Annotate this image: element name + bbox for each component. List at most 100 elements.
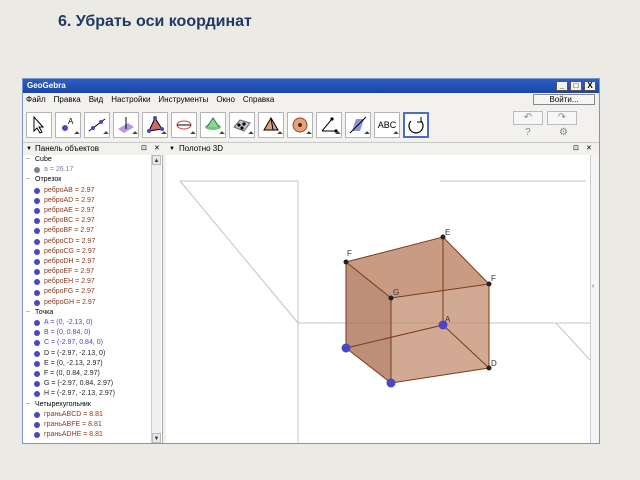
algebra-item[interactable]: граньADHE = 8.81 bbox=[25, 430, 151, 440]
algebra-item[interactable]: E = (0, -2.13, 2.97) bbox=[25, 359, 151, 369]
graphics-collapse-icon[interactable]: ▼ bbox=[169, 143, 175, 155]
line-tool[interactable] bbox=[84, 112, 110, 138]
chevron-left-icon[interactable]: ‹ bbox=[592, 283, 594, 290]
algebra-item[interactable]: реброCG = 2.97 bbox=[25, 247, 151, 257]
algebra-item[interactable]: реброEF = 2.97 bbox=[25, 267, 151, 277]
menu-file[interactable]: Файл bbox=[26, 95, 46, 104]
circle-tool[interactable] bbox=[171, 112, 197, 138]
menu-tools[interactable]: Инструменты bbox=[158, 95, 208, 104]
algebra-item[interactable]: реброCD = 2.97 bbox=[25, 237, 151, 247]
settings-icon[interactable]: ⚙ bbox=[559, 127, 568, 138]
algebra-item[interactable]: B = (0, 0.84, 0) bbox=[25, 328, 151, 338]
algebra-item[interactable]: реброEH = 2.97 bbox=[25, 277, 151, 287]
visibility-dot-icon[interactable] bbox=[34, 411, 40, 418]
vertex-point[interactable] bbox=[341, 343, 351, 353]
algebra-group-header[interactable]: Cube bbox=[25, 155, 151, 165]
menu-settings[interactable]: Настройки bbox=[111, 95, 150, 104]
algebra-group-header[interactable]: Отрезок bbox=[25, 175, 151, 185]
vertex-point[interactable] bbox=[343, 259, 349, 265]
visibility-dot-icon[interactable] bbox=[34, 340, 40, 347]
close-button[interactable]: X bbox=[584, 81, 596, 91]
visibility-dot-icon[interactable] bbox=[34, 167, 40, 174]
algebra-item-text: реброGH = 2.97 bbox=[44, 298, 96, 306]
visibility-dot-icon[interactable] bbox=[34, 350, 40, 357]
graphics-3d-view[interactable]: E F F G A D bbox=[166, 155, 591, 443]
algebra-panel-close-icon[interactable]: ✕ bbox=[154, 143, 160, 155]
visibility-dot-icon[interactable] bbox=[34, 381, 40, 388]
algebra-item[interactable]: реброDH = 2.97 bbox=[25, 257, 151, 267]
algebra-item-text: реброBF = 2.97 bbox=[44, 227, 95, 235]
undo-button[interactable]: ↶ bbox=[513, 111, 543, 125]
algebra-item[interactable]: D = (-2.97, -2.13, 0) bbox=[25, 349, 151, 359]
reflect-tool[interactable] bbox=[345, 112, 371, 138]
algebra-item[interactable]: реброGH = 2.97 bbox=[25, 298, 151, 308]
algebra-item[interactable]: реброAD = 2.97 bbox=[25, 196, 151, 206]
visibility-dot-icon[interactable] bbox=[34, 269, 40, 276]
menu-help[interactable]: Справка bbox=[243, 95, 274, 104]
rotate-view-tool[interactable] bbox=[403, 112, 429, 138]
algebra-item-text: реброBC = 2.97 bbox=[44, 217, 95, 225]
graphics-panel-undock-icon[interactable]: ⊡ bbox=[573, 143, 579, 155]
angle-tool[interactable] bbox=[316, 112, 342, 138]
visibility-dot-icon[interactable] bbox=[34, 432, 40, 439]
algebra-group-header[interactable]: Точка bbox=[25, 308, 151, 318]
visibility-dot-icon[interactable] bbox=[34, 228, 40, 235]
visibility-dot-icon[interactable] bbox=[34, 299, 40, 306]
visibility-dot-icon[interactable] bbox=[34, 371, 40, 378]
algebra-item[interactable]: реброBC = 2.97 bbox=[25, 216, 151, 226]
algebra-item[interactable]: C = (-2.97, 0.84, 0) bbox=[25, 338, 151, 348]
visibility-dot-icon[interactable] bbox=[34, 258, 40, 265]
graphics-panel-close-icon[interactable]: ✕ bbox=[586, 143, 592, 155]
pyramid-tool[interactable] bbox=[258, 112, 284, 138]
panel-collapse-icon[interactable]: ▼ bbox=[26, 143, 32, 155]
text-tool[interactable]: ABC bbox=[374, 112, 400, 138]
algebra-item[interactable]: граньABFE = 8.81 bbox=[25, 420, 151, 430]
visibility-dot-icon[interactable] bbox=[34, 187, 40, 194]
algebra-item[interactable]: реброBF = 2.97 bbox=[25, 226, 151, 236]
algebra-item[interactable]: граньABCD = 8.81 bbox=[25, 410, 151, 420]
algebra-item[interactable]: a = 26.17 bbox=[25, 165, 151, 175]
algebra-item[interactable]: A = (0, -2.13, 0) bbox=[25, 318, 151, 328]
algebra-panel[interactable]: Cubea = 26.17ОтрезокреброAB = 2.97 реброA… bbox=[23, 155, 163, 443]
algebra-panel-undock-icon[interactable]: ⊡ bbox=[141, 143, 147, 155]
visibility-dot-icon[interactable] bbox=[34, 218, 40, 225]
visibility-dot-icon[interactable] bbox=[34, 208, 40, 215]
algebra-scrollbar[interactable]: ▲ ▼ bbox=[151, 155, 161, 443]
visibility-dot-icon[interactable] bbox=[34, 197, 40, 204]
intersect-surfaces-tool[interactable] bbox=[200, 112, 226, 138]
minimize-button[interactable]: _ bbox=[556, 81, 568, 91]
visibility-dot-icon[interactable] bbox=[34, 330, 40, 337]
scroll-down-icon[interactable]: ▼ bbox=[152, 433, 161, 443]
plane-tool[interactable] bbox=[229, 112, 255, 138]
algebra-item[interactable]: G = (-2.97, 0.84, 2.97) bbox=[25, 379, 151, 389]
algebra-item[interactable]: F = (0, 0.84, 2.97) bbox=[25, 369, 151, 379]
move-tool[interactable] bbox=[26, 112, 52, 138]
algebra-item[interactable]: H = (-2.97, -2.13, 2.97) bbox=[25, 389, 151, 399]
algebra-item[interactable]: реброAB = 2.97 bbox=[25, 186, 151, 196]
visibility-dot-icon[interactable] bbox=[34, 360, 40, 367]
visibility-dot-icon[interactable] bbox=[34, 320, 40, 327]
visibility-dot-icon[interactable] bbox=[34, 238, 40, 245]
visibility-dot-icon[interactable] bbox=[34, 421, 40, 428]
algebra-group-header[interactable]: Четырехугольник bbox=[25, 400, 151, 410]
point-tool[interactable]: A bbox=[55, 112, 81, 138]
point-label: A bbox=[445, 315, 451, 324]
help-icon[interactable]: ? bbox=[525, 127, 531, 138]
algebra-item[interactable]: реброFG = 2.97 bbox=[25, 287, 151, 297]
polygon-tool[interactable] bbox=[142, 112, 168, 138]
redo-button[interactable]: ↷ bbox=[547, 111, 577, 125]
vertex-point[interactable] bbox=[386, 378, 396, 388]
menu-edit[interactable]: Правка bbox=[54, 95, 81, 104]
signin-button[interactable]: Войти... bbox=[533, 94, 595, 105]
menu-view[interactable]: Вид bbox=[89, 95, 103, 104]
scroll-up-icon[interactable]: ▲ bbox=[152, 155, 161, 165]
visibility-dot-icon[interactable] bbox=[34, 289, 40, 296]
menu-window[interactable]: Окно bbox=[216, 95, 235, 104]
visibility-dot-icon[interactable] bbox=[34, 279, 40, 286]
algebra-item[interactable]: реброAE = 2.97 bbox=[25, 206, 151, 216]
sphere-tool[interactable] bbox=[287, 112, 313, 138]
visibility-dot-icon[interactable] bbox=[34, 248, 40, 255]
maximize-button[interactable]: □ bbox=[570, 81, 582, 91]
visibility-dot-icon[interactable] bbox=[34, 391, 40, 398]
perpendicular-tool[interactable] bbox=[113, 112, 139, 138]
